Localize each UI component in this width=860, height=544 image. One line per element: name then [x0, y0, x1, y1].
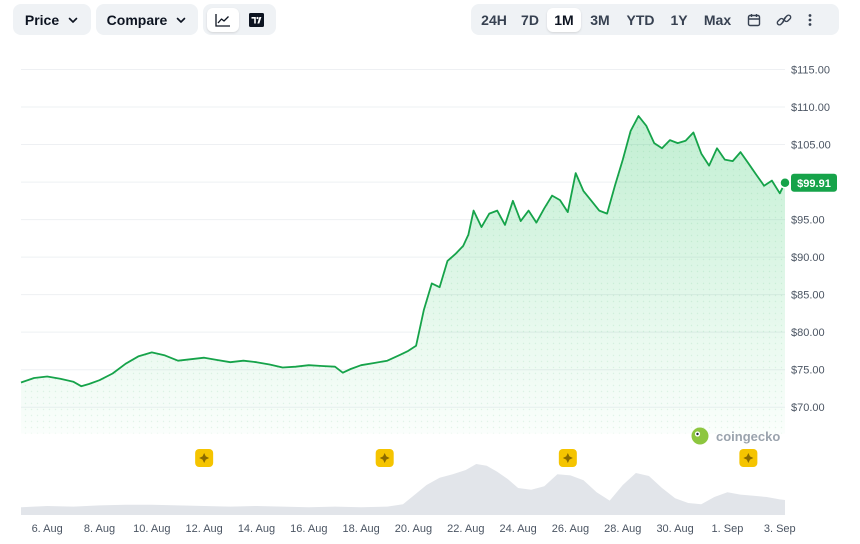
x-tick-label: 8. Aug [84, 523, 115, 535]
range-ytd-button[interactable]: YTD [619, 8, 662, 32]
range-7d-button[interactable]: 7D [513, 8, 547, 32]
calendar-icon [747, 13, 761, 26]
y-tick-label: $70.00 [791, 402, 825, 414]
x-tick-label: 14. Aug [238, 523, 275, 535]
range-1m-button[interactable]: 1M [547, 7, 581, 32]
chart-toolbar: Price Compare 24H 7D 1M 3M YTD 1Y Max [0, 0, 860, 40]
range-max-button[interactable]: Max [696, 8, 739, 32]
price-dropdown-label: Price [24, 11, 60, 28]
chart-type-toggle [203, 4, 276, 35]
volume-area [21, 464, 785, 515]
chevron-down-icon [68, 17, 78, 23]
y-tick-label: $80.00 [791, 327, 825, 339]
more-vertical-icon [808, 13, 812, 26]
event-marker [739, 449, 758, 467]
coingecko-watermark: coingecko [691, 427, 780, 445]
y-tick-label: $105.00 [791, 140, 831, 152]
compare-dropdown-label: Compare [106, 11, 168, 28]
range-24h-button[interactable]: 24H [475, 8, 513, 32]
line-chart-icon [215, 13, 230, 27]
x-tick-label: 12. Aug [185, 523, 222, 535]
tradingview-icon [248, 12, 264, 27]
event-marker [375, 449, 394, 467]
y-tick-label: $95.00 [791, 215, 825, 227]
x-tick-label: 10. Aug [133, 523, 170, 535]
x-tick-label: 16. Aug [290, 523, 327, 535]
y-tick-label: $85.00 [791, 290, 825, 302]
x-tick-label: 1. Sep [712, 523, 744, 535]
share-link-button[interactable] [769, 8, 799, 32]
x-tick-label: 22. Aug [447, 523, 484, 535]
link-icon [776, 13, 792, 26]
x-tick-label: 3. Sep [764, 523, 796, 535]
y-tick-label: $110.00 [791, 102, 830, 114]
x-tick-label: 28. Aug [604, 523, 641, 535]
time-range-selector: 24H 7D 1M 3M YTD 1Y Max [471, 4, 839, 35]
compare-dropdown[interactable]: Compare [96, 4, 198, 35]
event-marker [558, 449, 577, 467]
price-chart-area: coingecko $70.00 $75.00 $80.00 $85.00 $90.00… [0, 40, 860, 539]
y-tick-label: $75.00 [791, 365, 825, 377]
calendar-button[interactable] [739, 8, 769, 32]
price-chart: coingecko $70.00 $75.00 $80.00 $85.00 $90.00… [20, 65, 837, 535]
x-tick-label: 20. Aug [395, 523, 432, 535]
range-1y-button[interactable]: 1Y [662, 8, 696, 32]
line-chart-button[interactable] [207, 7, 239, 32]
event-marker [195, 449, 214, 467]
x-tick-label: 6. Aug [32, 523, 63, 535]
more-options-button[interactable] [799, 8, 821, 32]
range-3m-button[interactable]: 3M [581, 8, 619, 32]
tradingview-chart-button[interactable] [240, 8, 272, 32]
chevron-down-icon [177, 17, 186, 23]
current-price-dot [779, 177, 791, 189]
x-tick-label: 24. Aug [499, 523, 536, 535]
price-dropdown[interactable]: Price [13, 4, 91, 35]
current-price-label: $99.91 [797, 178, 831, 190]
x-tick-label: 18. Aug [342, 523, 379, 535]
watermark-text: coingecko [716, 429, 780, 444]
price-area-texture [21, 116, 785, 434]
x-tick-label: 30. Aug [656, 523, 693, 535]
y-tick-label: $90.00 [791, 252, 825, 264]
x-tick-label: 26. Aug [552, 523, 589, 535]
y-tick-label: $115.00 [791, 65, 830, 77]
